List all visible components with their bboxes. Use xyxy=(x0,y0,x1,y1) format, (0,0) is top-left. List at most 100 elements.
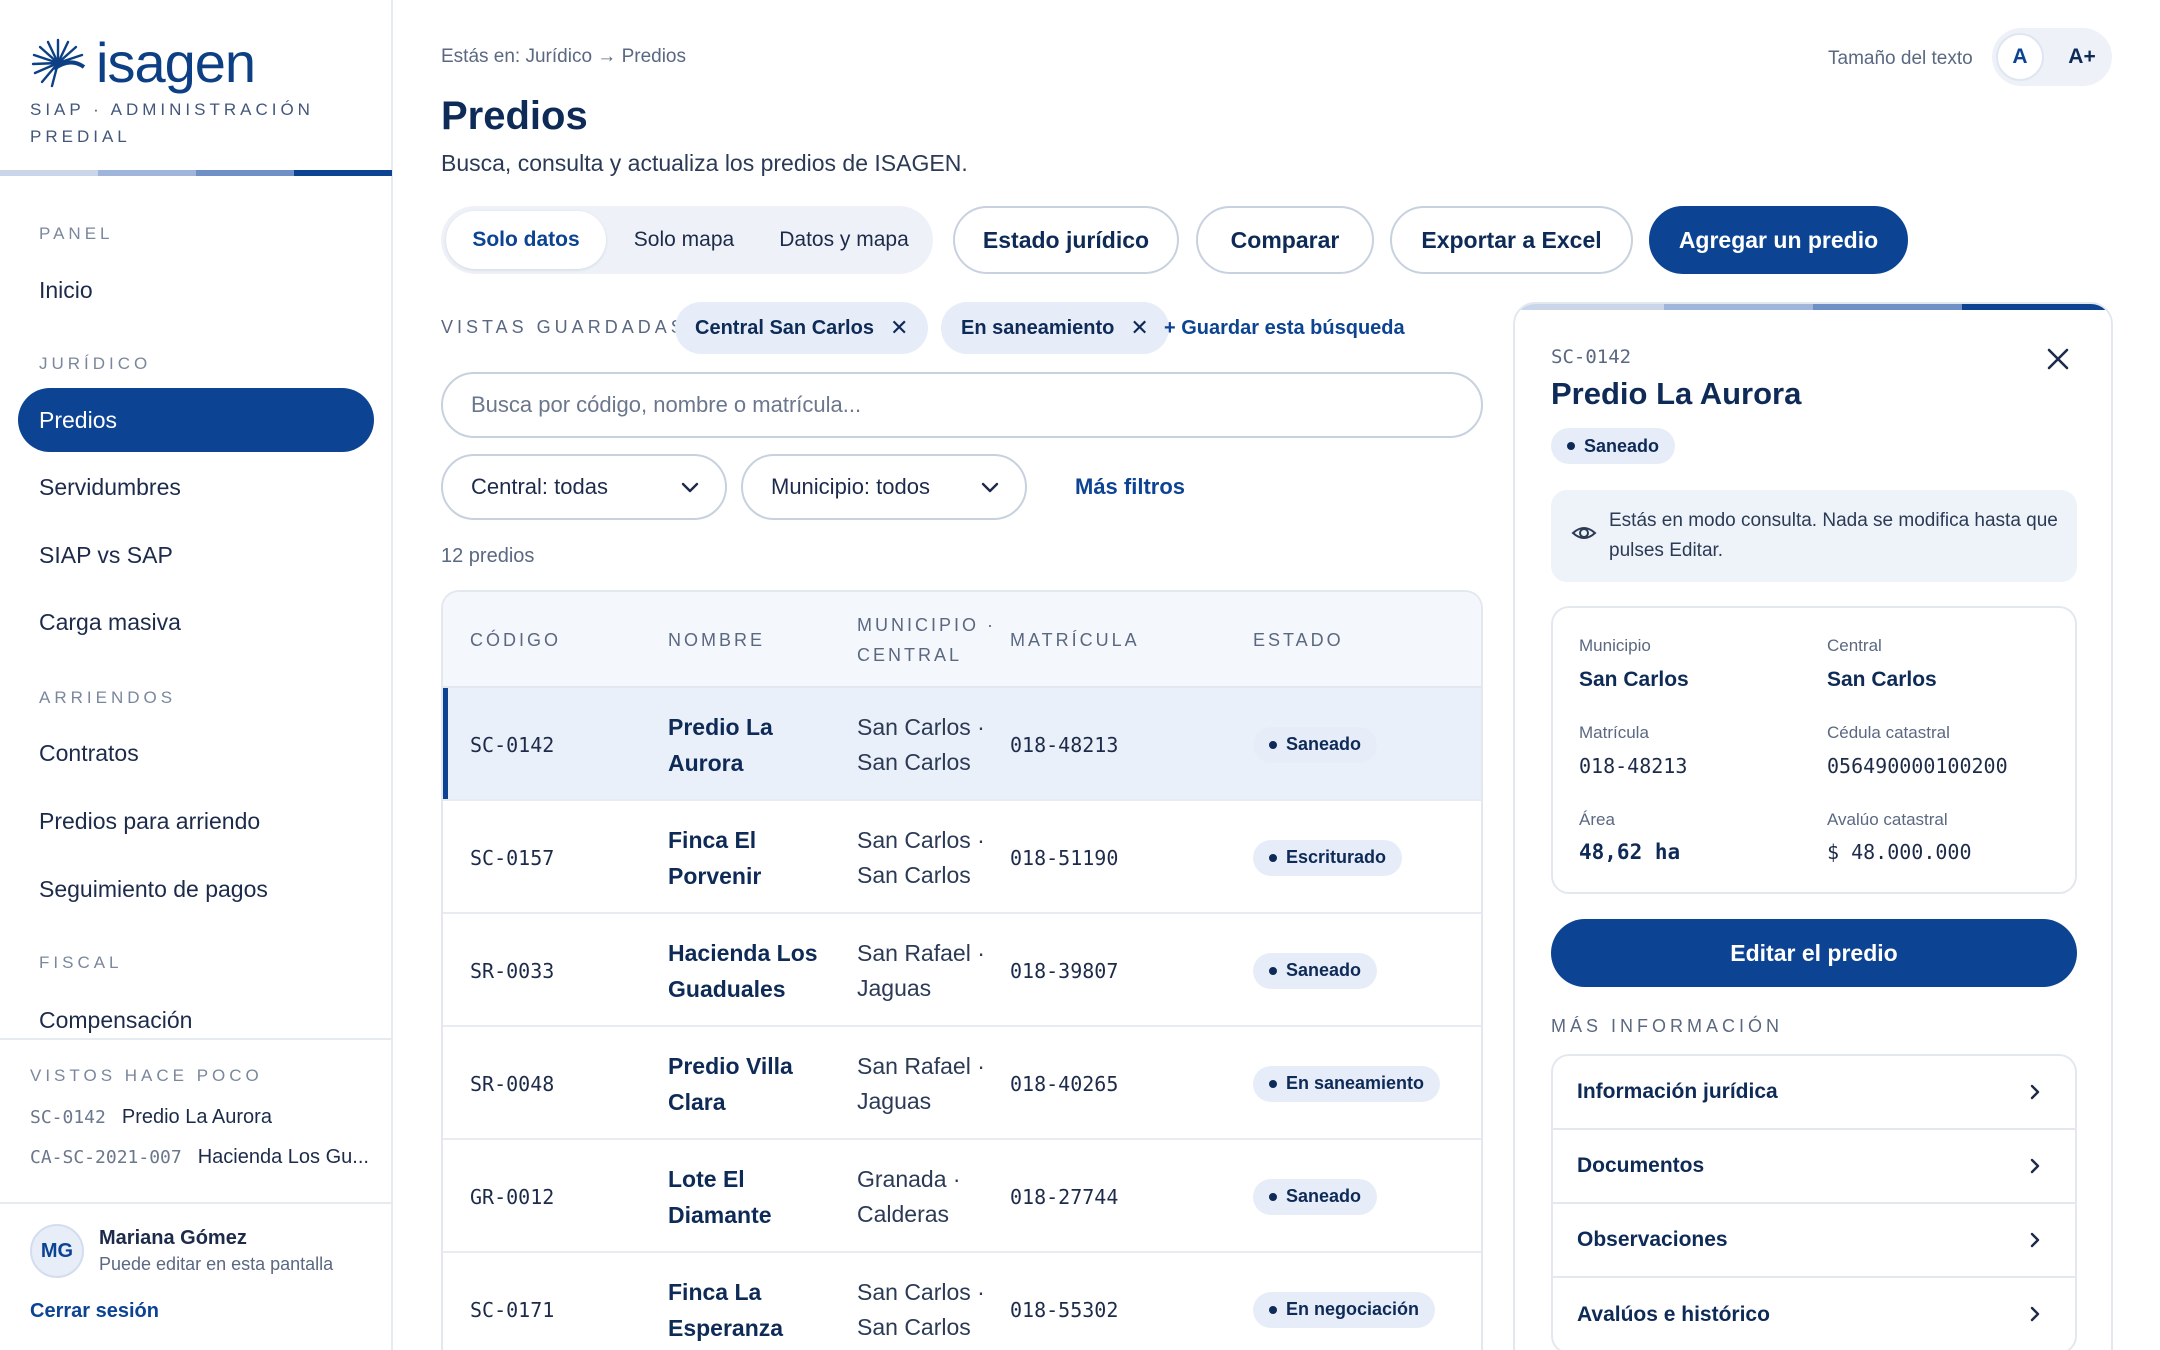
row-state: En negociación xyxy=(1253,1253,1436,1350)
more-info-item-avaluos[interactable]: Avalúos e histórico xyxy=(1553,1278,2075,1350)
row-central-line: Calderas xyxy=(857,1200,950,1227)
more-info-label: Observaciones xyxy=(1577,1228,1728,1251)
nav-item-contratos[interactable]: Contratos xyxy=(18,721,374,785)
column-header-municipio[interactable]: MUNICIPIO · CENTRAL xyxy=(857,610,996,670)
view-mode-datos-y-mapa[interactable]: Datos y mapa xyxy=(761,211,927,269)
central-filter-select[interactable]: Central: todas xyxy=(441,454,727,520)
legal-status-button[interactable]: Estado jurídico xyxy=(953,206,1179,274)
row-matricula: 018-39807 xyxy=(1010,958,1119,983)
nav-item-seguimiento-pagos[interactable]: Seguimiento de pagos xyxy=(18,857,374,921)
notice-text: Estás en modo consulta. Nada se modifica… xyxy=(1609,510,2058,561)
sidebar: isagen SIAP · ADMINISTRACIÓN PREDIAL PAN… xyxy=(0,0,393,1350)
detail-code: SC-0142 xyxy=(1551,346,1632,368)
fact-label: Área xyxy=(1579,810,1615,829)
text-size-large-button[interactable]: A+ xyxy=(2058,33,2106,81)
brand-stripe xyxy=(0,170,392,176)
more-info-item-observaciones[interactable]: Observaciones xyxy=(1553,1204,2075,1278)
column-header-code[interactable]: CÓDIGO xyxy=(470,625,561,655)
panel-stripe xyxy=(1515,304,2111,310)
fact-label: Avalúo catastral xyxy=(1827,810,1948,829)
recent-item[interactable]: CA-SC-2021-007 Hacienda Los Gu... xyxy=(30,1146,369,1169)
chevron-right-icon xyxy=(2030,1306,2040,1322)
table-row[interactable]: SR-0048 Predio Villa Clara San Rafael · Ja… xyxy=(443,1027,1481,1140)
user-name: Mariana Gómez xyxy=(99,1227,247,1249)
add-predio-button[interactable]: Agregar un predio xyxy=(1649,206,1908,274)
table-row[interactable]: SC-0157 Finca El Porvenir San Carlos · San… xyxy=(443,801,1481,914)
nav-item-predios-arriendo[interactable]: Predios para arriendo xyxy=(18,789,374,853)
row-code: SC-0171 xyxy=(470,1297,555,1322)
nav-section-juridico: JURÍDICO xyxy=(39,354,152,373)
row-matricula: 018-51190 xyxy=(1010,845,1119,870)
isagen-sunburst-icon xyxy=(31,38,86,87)
user-role: Puede editar en esta pantalla xyxy=(99,1254,334,1274)
row-central-line: Jaguas xyxy=(857,1087,932,1114)
saved-view-chip[interactable]: En saneamiento ✕ xyxy=(941,302,1169,354)
row-state: Saneado xyxy=(1253,1140,1378,1253)
avatar[interactable]: MG xyxy=(30,1224,84,1278)
brand-logo[interactable]: isagen xyxy=(30,30,256,95)
chevron-right-icon xyxy=(2030,1158,2040,1174)
table-row[interactable]: SC-0142 Predio La Aurora San Carlos · San … xyxy=(443,688,1481,801)
close-icon[interactable]: ✕ xyxy=(890,315,908,341)
edit-predio-button[interactable]: Editar el predio xyxy=(1551,919,2077,987)
chevron-right-icon xyxy=(2030,1084,2040,1100)
status-badge-label: Escriturado xyxy=(1286,847,1387,867)
fact-label: Cédula catastral xyxy=(1827,723,1950,742)
nav-item-servidumbres[interactable]: Servidumbres xyxy=(18,455,374,519)
table-row[interactable]: SR-0033 Hacienda Los Guaduales San Rafael… xyxy=(443,914,1481,1027)
status-badge: Escriturado xyxy=(1253,839,1403,876)
column-header-matricula[interactable]: MATRÍCULA xyxy=(1010,625,1140,655)
view-mode-solo-datos[interactable]: Solo datos xyxy=(446,211,606,269)
row-name: Hacienda Los Guaduales xyxy=(668,914,843,1027)
column-header-name[interactable]: NOMBRE xyxy=(668,625,765,655)
save-search-link[interactable]: + Guardar esta búsqueda xyxy=(1164,317,1405,340)
export-excel-button[interactable]: Exportar a Excel xyxy=(1390,206,1633,274)
row-central-line: Jaguas xyxy=(857,974,932,1001)
compare-button[interactable]: Comparar xyxy=(1196,206,1374,274)
close-icon[interactable] xyxy=(2043,344,2073,374)
chevron-right-icon xyxy=(2030,1232,2040,1248)
text-size-normal-button[interactable]: A xyxy=(1996,33,2044,81)
more-info-label: Información jurídica xyxy=(1577,1080,1778,1103)
row-name: Predio Villa Clara xyxy=(668,1027,843,1140)
breadcrumb: Estás en: Jurídico → Predios xyxy=(441,46,686,67)
row-muni-line: Granada · xyxy=(857,1165,961,1192)
logout-link[interactable]: Cerrar sesión xyxy=(30,1300,159,1323)
row-name: Finca El Porvenir xyxy=(668,801,843,914)
saved-view-chip-label: Central San Carlos xyxy=(695,316,874,339)
more-filters-link[interactable]: Más filtros xyxy=(1075,474,1185,500)
nav-item-compensacion[interactable]: Compensación xyxy=(18,988,374,1038)
row-name-line: Finca La xyxy=(668,1278,762,1305)
table-row[interactable]: SC-0171 Finca La Esperanza San Carlos · Sa… xyxy=(443,1253,1481,1350)
search-input[interactable]: Busca por código, nombre o matrícula... xyxy=(441,372,1483,438)
row-central-line: San Carlos xyxy=(857,748,971,775)
row-state: Saneado xyxy=(1253,914,1378,1027)
table-row[interactable]: GR-0012 Lote El Diamante Granada · Caldera… xyxy=(443,1140,1481,1253)
nav-item-carga-masiva[interactable]: Carga masiva xyxy=(18,590,374,654)
saved-view-chip[interactable]: Central San Carlos ✕ xyxy=(675,302,929,354)
row-central-line: San Carlos xyxy=(857,861,971,888)
fact-value-avaluo: $ 48.000.000 xyxy=(1827,840,1972,864)
view-mode-solo-mapa[interactable]: Solo mapa xyxy=(611,211,757,269)
fact-value-cedula: 056490000100200 xyxy=(1827,754,2008,778)
more-info-label: Documentos xyxy=(1577,1154,1705,1177)
row-name-line: Finca El xyxy=(668,826,757,853)
more-info-item-juridica[interactable]: Información jurídica xyxy=(1553,1056,2075,1130)
more-info-item-documentos[interactable]: Documentos xyxy=(1553,1130,2075,1204)
row-matricula: 018-48213 xyxy=(1010,732,1119,757)
row-name-line: Predio La xyxy=(668,713,773,740)
recent-item[interactable]: SC-0142 Predio La Aurora xyxy=(30,1106,272,1129)
nav-item-inicio[interactable]: Inicio xyxy=(18,258,374,322)
nav-item-siap-vs-sap[interactable]: SIAP vs SAP xyxy=(18,523,374,587)
close-icon[interactable]: ✕ xyxy=(1130,315,1148,341)
status-badge-label: En negociación xyxy=(1286,1299,1420,1319)
text-size-label: Tamaño del texto xyxy=(1828,48,1973,69)
chevron-down-icon xyxy=(681,482,699,493)
page-subtitle: Busca, consulta y actualiza los predios … xyxy=(441,150,968,176)
status-badge: En saneamiento xyxy=(1253,1065,1441,1102)
municipio-filter-select[interactable]: Municipio: todos xyxy=(741,454,1027,520)
chevron-down-icon xyxy=(981,482,999,493)
column-header-state[interactable]: ESTADO xyxy=(1253,625,1344,655)
nav-item-predios[interactable]: Predios xyxy=(18,388,374,452)
row-code: SC-0142 xyxy=(470,732,555,757)
